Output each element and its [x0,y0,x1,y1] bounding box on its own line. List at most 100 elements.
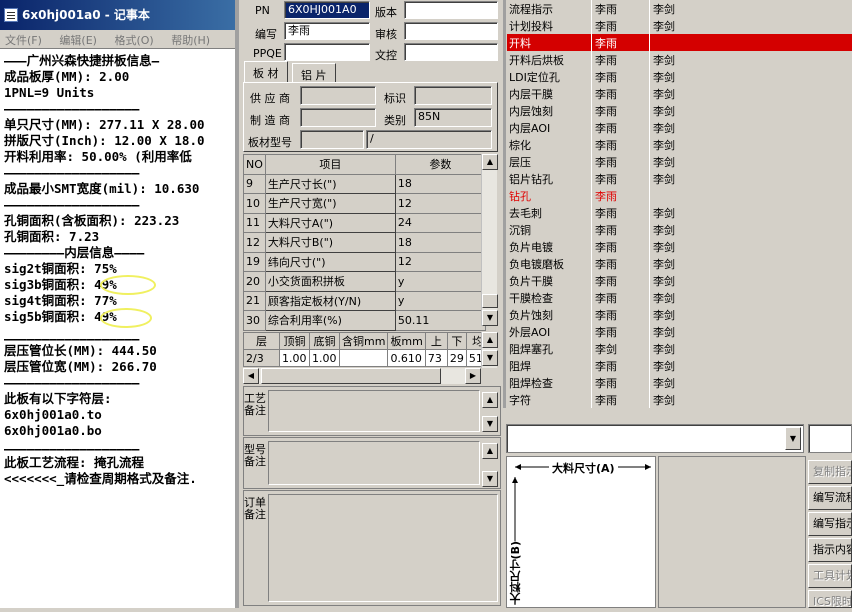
process-row[interactable]: 沉铜 李雨 李剑 [507,221,852,238]
edit-instruction-button[interactable]: 编写指示 [808,512,852,536]
process-note-field[interactable] [268,390,480,432]
parameter-scrollbar[interactable]: ▲ ▼ [481,154,498,326]
menu-format[interactable]: 格式(O) [109,30,158,50]
text-line: 1PNL=9 Units [4,85,95,100]
row-value[interactable]: 24 [394,212,486,233]
row-value[interactable]: 18 [394,232,486,253]
process-row[interactable]: 开料后烘板 李雨 李剑 [507,51,852,68]
process-row[interactable]: 字符 李雨 李剑 [507,391,852,408]
process-row[interactable]: 棕化 李雨 李剑 [507,136,852,153]
review-field[interactable] [404,22,498,40]
ics-limit-button[interactable]: ICS限时 [808,590,852,608]
tool-plan-button[interactable]: 工具计划 [808,564,852,588]
process-row[interactable]: LDI定位孔 李雨 李剑 [507,68,852,85]
notepad-text-area[interactable]: ———广州兴森快捷拼板信息— 成品板厚(MM): 2.00 1PNL=9 Uni… [0,48,235,608]
table-row[interactable]: 11 大料尺寸A(") 24 [243,212,486,233]
chevron-down-icon[interactable]: ▼ [785,427,801,450]
menu-help[interactable]: 帮助(H) [166,30,215,50]
process-combobox[interactable]: ▼ [506,424,804,453]
row-value[interactable]: 12 [394,193,486,214]
layer-scrollbar[interactable]: ▲ ▼ [481,332,498,368]
scroll-up-icon[interactable]: ▲ [482,392,498,408]
process-row[interactable]: 阻焊塞孔 李剑 李剑 [507,340,852,357]
table-row[interactable]: 21 顾客指定板材(Y/N) y [243,290,486,311]
table-row[interactable]: 12 大料尺寸B(") 18 [243,232,486,253]
copy-instruction-button[interactable]: 复制指示 [808,460,852,484]
process-row[interactable]: 负片蚀刻 李雨 李剑 [507,306,852,323]
process-name: 内层蚀刻 [509,105,553,118]
text-line: —————————————————— [4,375,140,390]
scroll-down-icon[interactable]: ▼ [482,310,498,326]
process-reviewer: 李剑 [653,71,675,84]
layer-hscrollbar[interactable]: ◀ ▶ [243,368,481,384]
process-reviewer: 李剑 [653,156,675,169]
row-value[interactable]: 50.11 [394,310,486,331]
row-value[interactable]: 18 [394,173,486,194]
process-reviewer: 李剑 [653,122,675,135]
tab-board-material[interactable]: 板 材 [244,61,288,83]
scroll-down-icon[interactable]: ▼ [482,350,498,366]
process-row[interactable]: 负片电镀 李雨 李剑 [507,238,852,255]
table-row[interactable]: 10 生产尺寸宽(") 12 [243,193,486,214]
ppqe-field[interactable] [284,43,370,61]
scroll-up-icon[interactable]: ▲ [482,332,498,348]
process-row[interactable]: 阻焊检查 李雨 李剑 [507,374,852,391]
process-row[interactable]: 流程指示 李雨 李剑 [507,0,852,17]
table-row[interactable]: 2/3 1.00 1.00 0.610 73 29 51. [243,349,490,367]
process-row[interactable]: 内层蚀刻 李雨 李剑 [507,102,852,119]
process-row[interactable]: 钻孔 李雨 [507,187,852,204]
scroll-down-icon[interactable]: ▼ [482,471,498,487]
process-row[interactable]: 内层AOI 李雨 李剑 [507,119,852,136]
scroll-up-icon[interactable]: ▲ [482,154,498,170]
material-model-spec-field[interactable]: / [366,130,492,149]
mark-field[interactable] [414,86,492,105]
pn-field[interactable]: 6X0HJ001A0 [284,1,370,19]
order-note-field[interactable] [268,494,498,602]
process-name: 负片电镀 [509,241,553,254]
process-row[interactable]: 层压 李雨 李剑 [507,153,852,170]
secondary-input[interactable] [808,424,852,453]
supplier-field[interactable] [300,86,376,105]
process-row[interactable]: 内层干膜 李雨 李剑 [507,85,852,102]
notepad-title: 6x0hj001a0 - 记事本 [22,8,150,22]
process-row[interactable]: 负电镀磨板 李雨 李剑 [507,255,852,272]
process-row[interactable]: 外层AOI 李雨 李剑 [507,323,852,340]
table-row[interactable]: 9 生产尺寸长(") 18 [243,173,486,194]
instruction-content-button[interactable]: 指示内容 [808,538,852,562]
menu-edit[interactable]: 编辑(E) [54,30,102,50]
process-row[interactable]: 干膜检查 李雨 李剑 [507,289,852,306]
row-value[interactable]: 12 [394,251,486,272]
scroll-thumb[interactable] [482,294,498,308]
scroll-right-icon[interactable]: ▶ [465,368,481,384]
process-editor: 李雨 [595,224,617,237]
process-editor: 李雨 [595,241,617,254]
scroll-thumb[interactable] [261,368,441,384]
column-divider [591,374,592,391]
process-row[interactable]: 阻焊 李雨 李剑 [507,357,852,374]
scroll-down-icon[interactable]: ▼ [482,416,498,432]
author-field[interactable]: 李雨 [284,22,370,40]
material-model-field[interactable] [300,130,364,149]
menu-file[interactable]: 文件(F) [0,30,47,50]
doc-control-field[interactable] [404,43,498,61]
model-note-field[interactable] [268,441,480,485]
table-row[interactable]: 20 小交货面积拼板 y [243,271,486,292]
table-row[interactable]: 30 综合利用率(%) 50.11 [243,310,486,331]
row-value[interactable]: y [394,271,486,292]
process-row[interactable]: 去毛刺 李雨 李剑 [507,204,852,221]
category-field[interactable]: 85N [414,108,492,127]
process-row[interactable]: 负片干膜 李雨 李剑 [507,272,852,289]
edit-flow-button[interactable]: 编写流程 [808,486,852,510]
manufacturer-field[interactable] [300,108,376,127]
scroll-up-icon[interactable]: ▲ [482,443,498,459]
process-row[interactable]: 计划投料 李雨 李剑 [507,17,852,34]
tab-aluminum-sheet[interactable]: 铝 片 [292,63,336,83]
table-row[interactable]: 19 纬向尺寸(") 12 [243,251,486,272]
notepad-titlebar[interactable]: 6x0hj001a0 - 记事本 [0,0,235,30]
column-divider [649,170,650,187]
row-value[interactable]: y [394,290,486,311]
process-row[interactable]: 铝片钻孔 李雨 李剑 [507,170,852,187]
process-row[interactable]: 开料 李雨 [507,34,852,51]
version-field[interactable] [404,1,498,19]
scroll-left-icon[interactable]: ◀ [243,368,259,384]
